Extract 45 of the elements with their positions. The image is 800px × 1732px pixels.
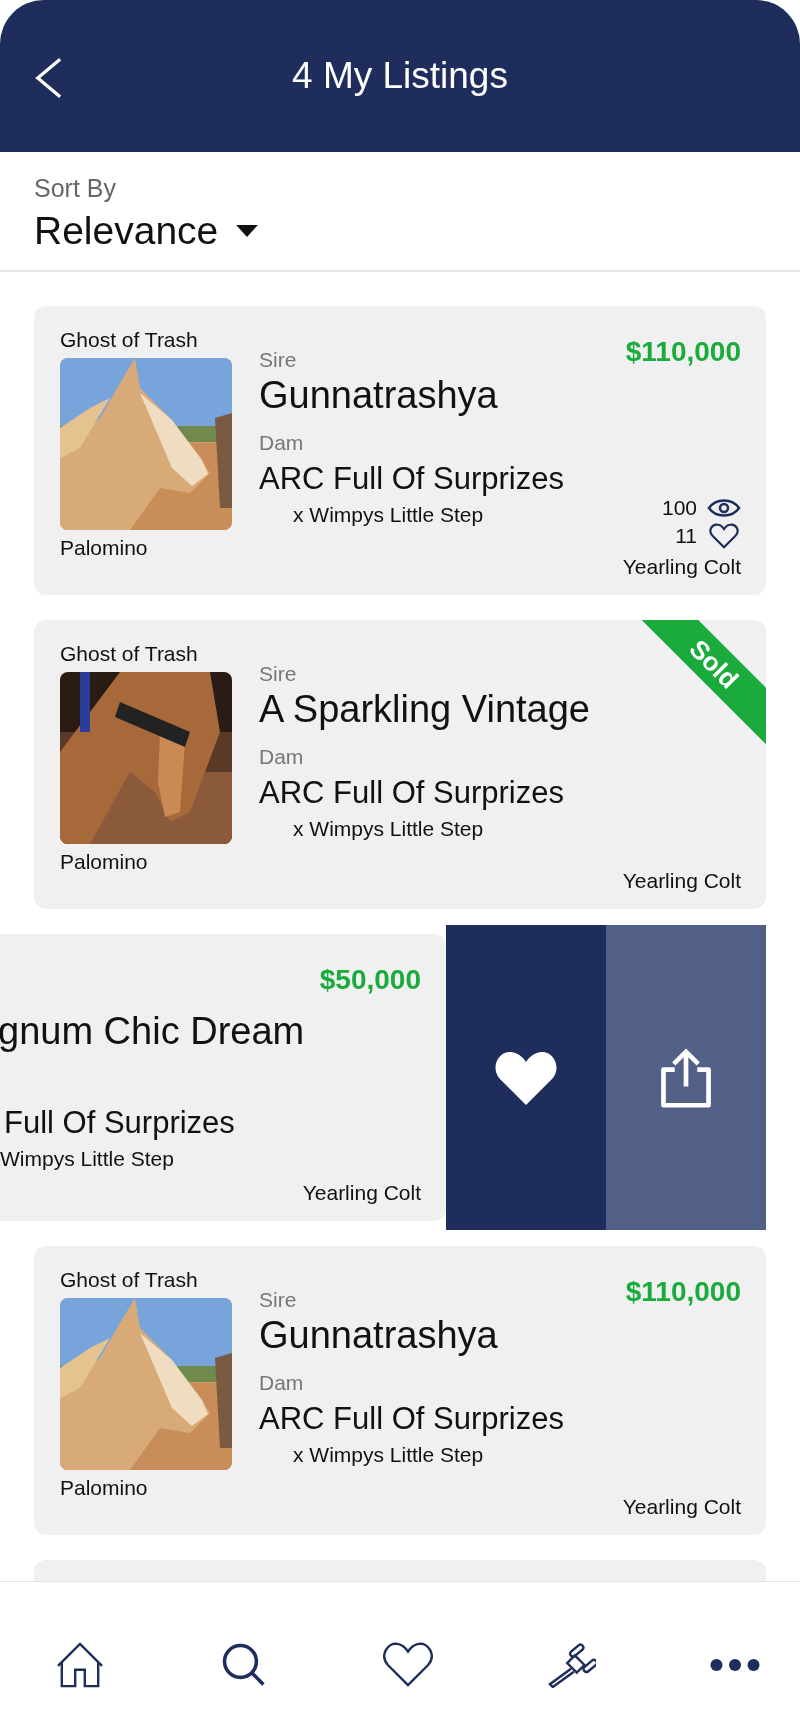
dam-sire-name: x Wimpys Little Step bbox=[292, 1443, 485, 1467]
page-title: 4 My Listings bbox=[292, 55, 508, 97]
dam-name: ARC Full Of Surprizes bbox=[259, 461, 565, 497]
dam-sire-name: Wimpys Little Step bbox=[0, 1147, 175, 1171]
sire-label: Sire bbox=[259, 1288, 298, 1312]
listing-card[interactable]: Ghost of Trash Palomino Sire Gunnatrashya Dam ARC Full Of Surprizes x Wimpys Little Step $110,000 Yearling Colt bbox=[34, 1246, 766, 1535]
gavel-icon[interactable] bbox=[546, 1642, 597, 1688]
heart-icon[interactable] bbox=[382, 1642, 433, 1688]
owner-name: Ghost of Trash bbox=[60, 642, 199, 666]
price: $110,000 bbox=[625, 336, 741, 368]
price: $50,000 bbox=[319, 964, 421, 996]
owner-name: Ghost of Trash bbox=[60, 328, 199, 352]
like-count: 11 bbox=[675, 524, 697, 548]
dam-sire-name: x Wimpys Little Step bbox=[292, 817, 485, 841]
owner-name: Ghost of Trash bbox=[60, 1268, 199, 1292]
category: Yearling Colt bbox=[622, 1495, 741, 1519]
coat-label: Palomino bbox=[60, 850, 149, 874]
sort-dropdown[interactable]: Relevance bbox=[34, 209, 259, 253]
price: $110,000 bbox=[625, 1276, 741, 1308]
category: Yearling Colt bbox=[622, 555, 741, 579]
caret-icon bbox=[236, 224, 259, 238]
category: Yearling Colt bbox=[302, 1181, 421, 1205]
sire-name: Gunnatrashya bbox=[259, 1314, 499, 1357]
back-icon[interactable] bbox=[34, 56, 62, 100]
sire-name: Gunnatrashya bbox=[259, 374, 499, 417]
view-count: 100 bbox=[661, 496, 697, 520]
sire-name: A Sparkling Vintage bbox=[259, 688, 591, 731]
favorite-button[interactable] bbox=[446, 925, 606, 1230]
sire-label: Sire bbox=[259, 348, 298, 372]
dam-label: Dam bbox=[259, 1371, 305, 1395]
dam-name: Full Of Surprizes bbox=[4, 1105, 236, 1141]
sire-label: Sire bbox=[259, 662, 298, 686]
dam-label: Dam bbox=[259, 745, 305, 769]
dam-sire-name: x Wimpys Little Step bbox=[292, 503, 485, 527]
coat-label: Palomino bbox=[60, 536, 149, 560]
dam-label: Dam bbox=[259, 431, 305, 455]
heart-icon bbox=[707, 523, 741, 549]
home-icon[interactable] bbox=[55, 1642, 105, 1688]
coat-label: Palomino bbox=[60, 1476, 149, 1500]
category: Yearling Colt bbox=[622, 869, 741, 893]
dam-name: ARC Full Of Surprizes bbox=[259, 1401, 565, 1437]
sire-name: gnum Chic Dream bbox=[0, 1010, 303, 1053]
sort-label: Sort By bbox=[34, 174, 117, 203]
listing-card[interactable]: Ghost of Trash Palomino Sire Gunnatrashya Dam ARC Full Of Surprizes x Wimpys Little Step $110,000 100 11 Yearling Colt bbox=[34, 306, 766, 595]
dam-name: ARC Full Of Surprizes bbox=[259, 775, 565, 811]
